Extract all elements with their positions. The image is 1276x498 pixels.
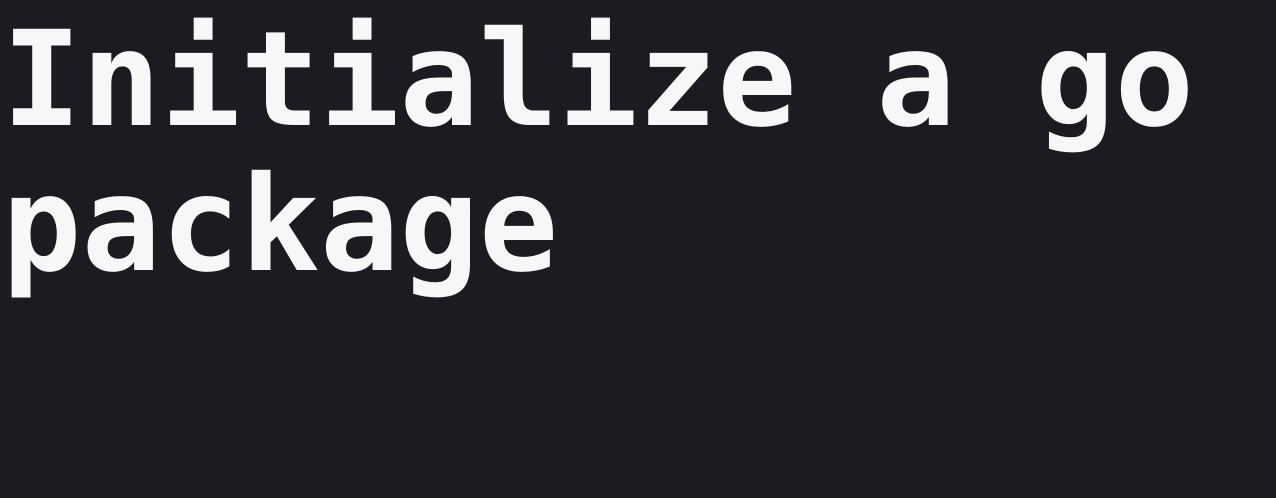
page-title: Initialize a go package (2, 3, 1195, 302)
title-slide: Initialize a go package (0, 0, 1276, 498)
